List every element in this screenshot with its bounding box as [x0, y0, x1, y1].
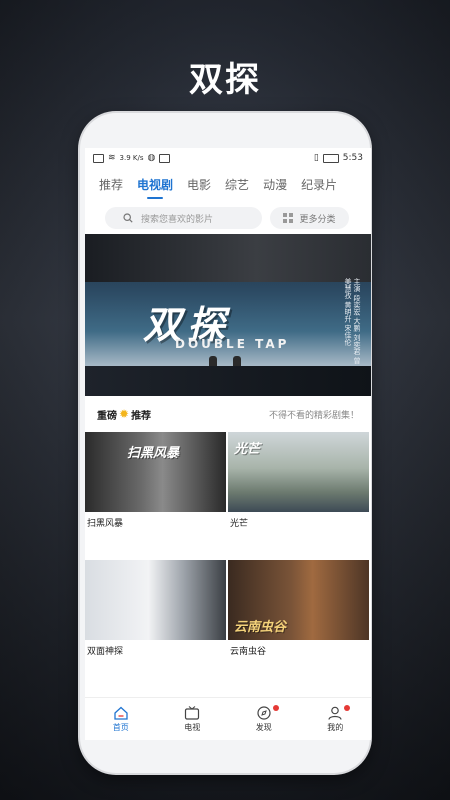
search-row: 搜索您喜欢的影片 更多分类 [85, 200, 371, 232]
nav-home[interactable]: 首页 [96, 706, 146, 733]
banner-title-en: DOUBLE TAP [175, 337, 290, 351]
vibrate-icon: ▯ [313, 153, 319, 163]
show-card[interactable]: 云南虫谷 云南虫谷 [228, 560, 371, 688]
user-icon [328, 706, 342, 720]
featured-banner[interactable]: 双探 DOUBLE TAP 主演 段奕宏 大鹏 刘奕君 曾美慧孜 黄明升 宋佳伦 [85, 234, 371, 396]
network-speed: 3.9 K/s [119, 154, 144, 162]
nav-profile[interactable]: 我的 [310, 704, 360, 733]
tab-documentary[interactable]: 纪录片 [301, 176, 337, 193]
show-grid: 扫黑风暴 扫黑风暴 光芒 光芒 双面神探 云南虫谷 云南虫谷 [85, 432, 371, 688]
battery-icon [322, 153, 339, 163]
notification-badge [272, 704, 279, 711]
home-icon [114, 706, 128, 720]
show-card[interactable]: 光芒 光芒 [228, 432, 371, 560]
banner-top-layer [85, 234, 371, 282]
banner-bottom-layer [85, 366, 371, 396]
show-title: 双面神探 [87, 647, 124, 657]
sim-icon [93, 153, 104, 163]
tv-icon [185, 705, 200, 720]
promo-title: 双探 [189, 60, 261, 100]
tab-anime[interactable]: 动漫 [263, 176, 287, 193]
tab-movies[interactable]: 电影 [187, 176, 211, 193]
more-categories-button[interactable]: 更多分类 [270, 207, 349, 229]
section-title-right: 推荐 [131, 410, 152, 422]
show-title: 扫黑风暴 [87, 519, 124, 529]
globe-icon: ◍ [147, 153, 156, 163]
grid-icon [283, 213, 294, 223]
thumbnail-title: 扫黑风暴 [127, 446, 180, 461]
app-screen: ≋ 3.9 K/s ◍ ▯ 5:53 推荐 电视剧 电影 综艺 动漫 纪录片 搜… [85, 148, 371, 740]
compass-icon [257, 705, 271, 720]
tab-tv-series[interactable]: 电视剧 [137, 176, 173, 199]
notification-badge [344, 704, 351, 711]
search-placeholder: 搜索您喜欢的影片 [141, 214, 214, 225]
show-thumbnail: 云南虫谷 [228, 560, 369, 640]
bottom-navigation: 首页 电视 发现 我的 [85, 697, 371, 740]
show-thumbnail: 光芒 [228, 432, 369, 512]
star-icon: ✹ [119, 407, 130, 421]
tab-recommend[interactable]: 推荐 [99, 176, 123, 193]
show-title: 光芒 [230, 519, 249, 529]
banner-credits: 主演 段奕宏 大鹏 刘奕君 曾美慧孜 黄明升 宋佳伦 [344, 278, 361, 364]
section-header: 重磅 ✹ 推荐 不得不看的精彩剧集！ [85, 396, 371, 432]
wifi-icon: ≋ [108, 153, 116, 163]
show-thumbnail: 扫黑风暴 [85, 432, 226, 512]
nav-discover-label: 发现 [255, 722, 272, 732]
more-categories-label: 更多分类 [299, 214, 336, 225]
section-title-left: 重磅 [97, 410, 117, 422]
show-card[interactable]: 扫黑风暴 扫黑风暴 [85, 432, 228, 560]
status-bar: ≋ 3.9 K/s ◍ ▯ 5:53 [85, 148, 371, 168]
show-title: 云南虫谷 [230, 647, 267, 657]
nav-profile-label: 我的 [327, 722, 344, 732]
show-thumbnail [85, 560, 226, 640]
thumbnail-title: 云南虫谷 [234, 620, 287, 635]
clock: 5:53 [342, 153, 363, 163]
search-icon [123, 213, 133, 223]
nav-discover[interactable]: 发现 [239, 704, 289, 733]
category-tabs: 推荐 电视剧 电影 综艺 动漫 纪录片 [85, 168, 371, 200]
nav-home-label: 首页 [112, 722, 129, 732]
bag-icon [159, 153, 171, 163]
nav-tv-label: 电视 [184, 722, 201, 732]
tab-variety[interactable]: 综艺 [225, 176, 249, 193]
nav-tv[interactable]: 电视 [167, 705, 217, 733]
search-input[interactable]: 搜索您喜欢的影片 [105, 207, 262, 229]
show-card[interactable]: 双面神探 [85, 560, 228, 688]
section-subtitle: 不得不看的精彩剧集！ [268, 410, 359, 421]
thumbnail-title: 光芒 [234, 442, 261, 457]
